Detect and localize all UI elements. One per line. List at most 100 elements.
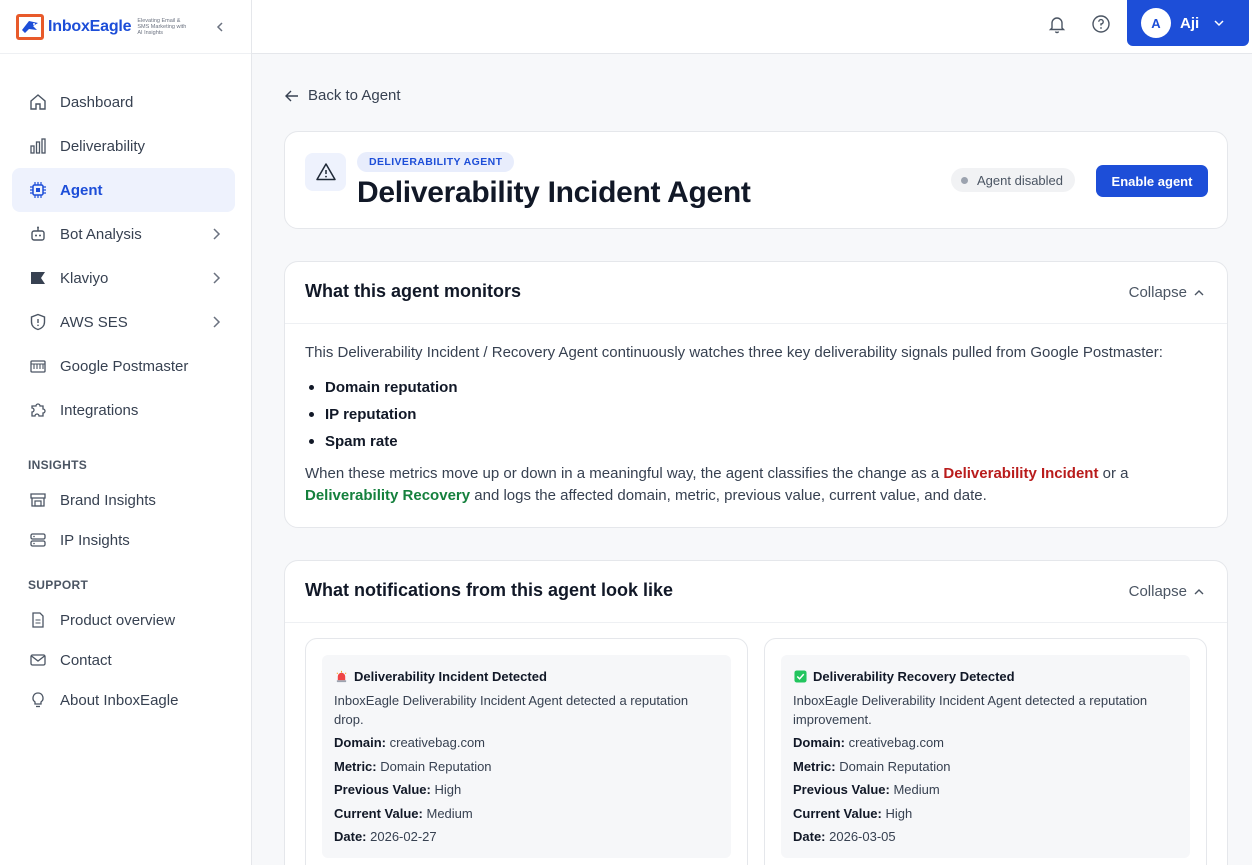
field-label: Metric: <box>334 758 377 774</box>
status-label: Agent disabled <box>977 172 1064 188</box>
notification-description: InboxEagle Deliverability Incident Agent… <box>334 693 689 727</box>
sidebar: InboxEagle Elevating Email & SMS Marketi… <box>0 0 252 865</box>
monitored-signals-list: Domain reputation IP reputation Spam rat… <box>305 374 1207 455</box>
sidebar-section-insights: INSIGHTS <box>28 458 88 472</box>
collapse-notifications-button[interactable]: Collapse <box>1129 583 1205 600</box>
collapse-label: Collapse <box>1128 583 1187 600</box>
section-title: What this agent monitors <box>305 281 521 301</box>
field-label: Domain: <box>334 735 386 750</box>
notifications-section-header: What notifications from this agent look … <box>285 561 1227 623</box>
top-bar: A Aji <box>252 0 1252 54</box>
help-icon[interactable] <box>1090 13 1112 35</box>
sidebar-item-product-overview[interactable]: Product overview <box>12 600 235 640</box>
avatar: A <box>1141 8 1171 38</box>
sidebar-item-agent[interactable]: Agent <box>12 168 235 212</box>
user-name: Aji <box>1180 14 1200 32</box>
outro-text: or a <box>1098 465 1129 482</box>
field-label: Metric: <box>793 758 836 774</box>
notification-description: InboxEagle Deliverability Incident Agent… <box>793 693 1148 727</box>
home-icon <box>28 92 48 112</box>
list-item: Domain reputation <box>305 374 1207 401</box>
field-value: 2026-02-27 <box>370 829 437 844</box>
agent-category-badge: DELIVERABILITY AGENT <box>357 152 515 172</box>
sidebar-item-label: AWS SES <box>60 313 128 331</box>
sidebar-item-label: Brand Insights <box>60 491 156 509</box>
notification-preview: Deliverability Incident Detected InboxEa… <box>322 655 731 858</box>
user-menu-button[interactable]: A Aji <box>1127 0 1249 46</box>
enable-agent-button[interactable]: Enable agent <box>1096 165 1208 197</box>
collapse-sidebar-icon[interactable] <box>211 18 229 36</box>
siren-icon <box>334 669 348 683</box>
outro-text: When these metrics move up or down in a … <box>305 465 944 482</box>
status-badge: Agent disabled <box>951 168 1076 192</box>
bar-chart-icon <box>28 136 48 156</box>
sidebar-item-aws-ses[interactable]: AWS SES <box>12 300 235 344</box>
monitors-section-header: What this agent monitors Collapse <box>285 262 1227 324</box>
sidebar-item-ip-insights[interactable]: IP Insights <box>12 520 235 560</box>
back-label: Back to Agent <box>308 87 401 104</box>
sidebar-item-google-postmaster[interactable]: Google Postmaster <box>12 344 235 388</box>
check-box-icon <box>793 669 807 683</box>
eagle-logo-icon <box>16 13 44 40</box>
sidebar-item-label: Integrations <box>60 401 139 419</box>
sidebar-item-contact[interactable]: Contact <box>12 640 235 680</box>
notification-metric: Metric: Domain Reputation <box>334 757 719 777</box>
sidebar-item-label: Google Postmaster <box>60 357 189 375</box>
field-value: Domain Reputation <box>380 758 492 774</box>
field-label: Date: <box>334 829 367 844</box>
field-value: creativebag.com <box>389 735 486 750</box>
sidebar-item-integrations[interactable]: Integrations <box>12 388 235 432</box>
collapse-monitors-button[interactable]: Collapse <box>1129 284 1205 301</box>
field-value: High <box>434 782 462 797</box>
sidebar-item-about[interactable]: About InboxEagle <box>12 680 235 720</box>
field-label: Current Value: <box>793 805 882 821</box>
brand-tagline: Elevating Email & SMS Marketing with AI … <box>137 17 187 36</box>
chevron-right-icon <box>213 316 221 328</box>
notification-current: Current Value: High <box>793 804 1178 824</box>
notification-title: Deliverability Recovery Detected <box>793 667 1178 685</box>
recovery-term: Deliverability Recovery <box>305 487 471 504</box>
sidebar-item-deliverability[interactable]: Deliverability <box>12 124 235 168</box>
notification-current: Current Value: Medium <box>334 804 719 824</box>
status-dot-icon <box>961 176 968 184</box>
notification-domain: Domain: creativebag.com <box>334 733 719 753</box>
sidebar-item-label: Product overview <box>60 611 176 629</box>
sidebar-item-dashboard[interactable]: Dashboard <box>12 80 235 124</box>
document-icon <box>28 610 48 630</box>
sidebar-nav: Dashboard Deliverability Agent Bot Analy… <box>0 54 251 720</box>
sidebar-item-label: Deliverability <box>60 137 146 155</box>
agent-header-card: DELIVERABILITY AGENT Deliverability Inci… <box>284 131 1228 229</box>
sidebar-item-brand-insights[interactable]: Brand Insights <box>12 480 235 520</box>
sidebar-item-label: Agent <box>60 181 103 199</box>
notification-date: Date: 2026-02-27 <box>334 827 719 847</box>
notification-previous: Previous Value: Medium <box>793 780 1178 800</box>
notification-domain: Domain: creativebag.com <box>793 733 1178 753</box>
logo-bar: InboxEagle Elevating Email & SMS Marketi… <box>0 0 251 54</box>
brand-name[interactable]: InboxEagle <box>48 18 132 36</box>
recovery-notification-card: Deliverability Recovery Detected InboxEa… <box>764 638 1207 865</box>
sidebar-item-bot-analysis[interactable]: Bot Analysis <box>12 212 235 256</box>
sidebar-section-support: SUPPORT <box>28 578 89 592</box>
back-to-agent-link[interactable]: Back to Agent <box>284 87 401 104</box>
storefront-icon <box>28 490 48 510</box>
field-value: Medium <box>426 805 473 821</box>
field-label: Date: <box>793 829 826 844</box>
notification-title: Deliverability Incident Detected <box>334 667 719 685</box>
field-value: High <box>885 805 913 821</box>
sidebar-item-klaviyo[interactable]: Klaviyo <box>12 256 235 300</box>
list-item: Spam rate <box>305 428 1207 455</box>
sidebar-item-label: Bot Analysis <box>60 225 142 243</box>
sidebar-item-label: Contact <box>60 651 112 669</box>
bot-icon <box>28 224 48 244</box>
sidebar-item-label: Klaviyo <box>60 269 109 287</box>
field-value: Medium <box>893 782 940 797</box>
chevron-up-icon <box>1194 289 1204 295</box>
bell-icon[interactable] <box>1046 13 1068 35</box>
field-label: Current Value: <box>334 805 423 821</box>
chevron-down-icon <box>1214 20 1224 27</box>
monitors-section: What this agent monitors Collapse This D… <box>284 261 1228 528</box>
list-item: IP reputation <box>305 401 1207 428</box>
notification-title-text: Deliverability Incident Detected <box>354 668 547 684</box>
chevron-up-icon <box>1194 588 1204 594</box>
collapse-label: Collapse <box>1128 284 1187 301</box>
